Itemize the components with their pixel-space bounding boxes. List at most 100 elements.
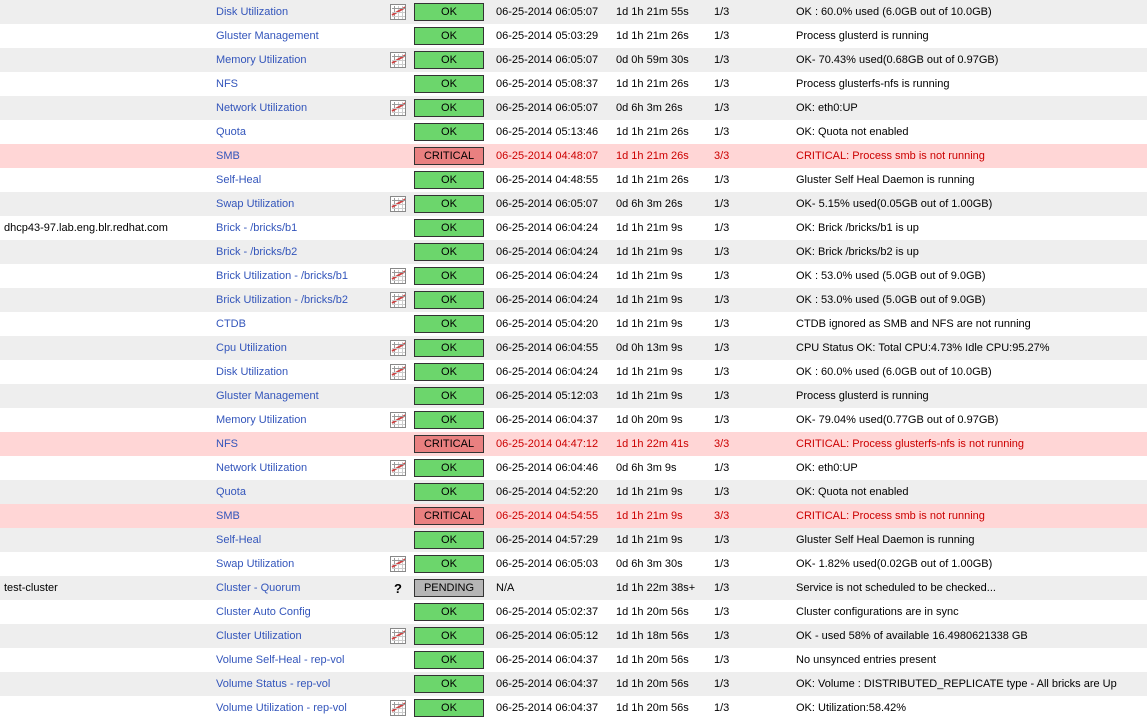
perf-chart-icon[interactable] xyxy=(390,460,406,476)
service-link[interactable]: SMB xyxy=(216,510,240,522)
status-badge: OK xyxy=(414,3,484,21)
service-link[interactable]: Self-Heal xyxy=(216,174,261,186)
service-link[interactable]: Self-Heal xyxy=(216,534,261,546)
service-link[interactable]: Cluster Auto Config xyxy=(216,606,311,618)
perf-chart-icon[interactable] xyxy=(390,292,406,308)
service-cell: Gluster Management xyxy=(212,24,376,48)
service-link[interactable]: SMB xyxy=(216,150,240,162)
perf-chart-icon[interactable] xyxy=(390,196,406,212)
host-cell xyxy=(0,288,212,312)
service-link[interactable]: Brick - /bricks/b2 xyxy=(216,246,297,258)
service-link[interactable]: NFS xyxy=(216,78,238,90)
duration-cell: 1d 1h 20m 56s xyxy=(612,696,710,720)
perf-chart-icon[interactable] xyxy=(390,100,406,116)
attempt-cell: 1/3 xyxy=(710,672,792,696)
table-row: Brick Utilization - /bricks/b2OK06-25-20… xyxy=(0,288,1147,312)
service-cell: Network Utilization xyxy=(212,456,376,480)
attempt-cell: 1/3 xyxy=(710,480,792,504)
service-cell: Cluster Auto Config xyxy=(212,600,376,624)
service-link[interactable]: Swap Utilization xyxy=(216,558,294,570)
host-cell xyxy=(0,240,212,264)
status-cell: OK xyxy=(410,384,492,408)
service-cell: Volume Utilization - rep-vol xyxy=(212,696,376,720)
service-link[interactable]: Brick - /bricks/b1 xyxy=(216,222,297,234)
service-link[interactable]: Brick Utilization - /bricks/b1 xyxy=(216,270,348,282)
perf-chart-icon[interactable] xyxy=(390,364,406,380)
host-cell xyxy=(0,672,212,696)
extra-icon-cell xyxy=(376,264,410,288)
duration-cell: 1d 1h 21m 9s xyxy=(612,312,710,336)
service-link[interactable]: Memory Utilization xyxy=(216,414,306,426)
last-check-cell: 06-25-2014 06:04:24 xyxy=(492,360,612,384)
duration-cell: 0d 0h 13m 9s xyxy=(612,336,710,360)
duration-cell: 1d 1h 20m 56s xyxy=(612,672,710,696)
service-link[interactable]: Quota xyxy=(216,486,246,498)
service-link[interactable]: Volume Utilization - rep-vol xyxy=(216,702,347,714)
perf-chart-icon[interactable] xyxy=(390,268,406,284)
extra-icon-cell xyxy=(376,696,410,720)
status-badge: OK xyxy=(414,99,484,117)
service-cell: Swap Utilization xyxy=(212,552,376,576)
service-link[interactable]: Cluster - Quorum xyxy=(216,582,300,594)
status-badge: OK xyxy=(414,459,484,477)
host-cell xyxy=(0,336,212,360)
status-cell: OK xyxy=(410,528,492,552)
last-check-cell: 06-25-2014 05:03:29 xyxy=(492,24,612,48)
table-row: Volume Utilization - rep-volOK06-25-2014… xyxy=(0,696,1147,720)
service-link[interactable]: Volume Status - rep-vol xyxy=(216,678,330,690)
service-link[interactable]: NFS xyxy=(216,438,238,450)
status-badge: OK xyxy=(414,651,484,669)
service-link[interactable]: CTDB xyxy=(216,318,246,330)
last-check-cell: 06-25-2014 05:12:03 xyxy=(492,384,612,408)
status-badge: OK xyxy=(414,195,484,213)
duration-cell: 1d 1h 20m 56s xyxy=(612,648,710,672)
host-cell xyxy=(0,600,212,624)
table-row: Cluster UtilizationOK06-25-2014 06:05:12… xyxy=(0,624,1147,648)
table-row: Network UtilizationOK06-25-2014 06:04:46… xyxy=(0,456,1147,480)
service-link[interactable]: Volume Self-Heal - rep-vol xyxy=(216,654,344,666)
status-cell: OK xyxy=(410,648,492,672)
perf-chart-icon[interactable] xyxy=(390,52,406,68)
service-link[interactable]: Disk Utilization xyxy=(216,366,288,378)
status-badge: OK xyxy=(414,243,484,261)
service-link[interactable]: Memory Utilization xyxy=(216,54,306,66)
service-link[interactable]: Network Utilization xyxy=(216,462,307,474)
status-info-cell: OK : 60.0% used (6.0GB out of 10.0GB) xyxy=(792,0,1147,24)
status-badge: OK xyxy=(414,339,484,357)
service-link[interactable]: Network Utilization xyxy=(216,102,307,114)
service-link[interactable]: Quota xyxy=(216,126,246,138)
duration-cell: 1d 1h 21m 26s xyxy=(612,24,710,48)
service-link[interactable]: Cpu Utilization xyxy=(216,342,287,354)
host-cell xyxy=(0,408,212,432)
status-cell: OK xyxy=(410,312,492,336)
table-row: SMBCRITICAL06-25-2014 04:48:071d 1h 21m … xyxy=(0,144,1147,168)
service-cell: Memory Utilization xyxy=(212,408,376,432)
last-check-cell: 06-25-2014 05:02:37 xyxy=(492,600,612,624)
status-badge: OK xyxy=(414,267,484,285)
extra-icon-cell xyxy=(376,432,410,456)
service-link[interactable]: Cluster Utilization xyxy=(216,630,302,642)
attempt-cell: 1/3 xyxy=(710,264,792,288)
service-link[interactable]: Gluster Management xyxy=(216,390,319,402)
perf-chart-icon[interactable] xyxy=(390,4,406,20)
extra-icon-cell xyxy=(376,216,410,240)
duration-cell: 0d 6h 3m 30s xyxy=(612,552,710,576)
service-link[interactable]: Brick Utilization - /bricks/b2 xyxy=(216,294,348,306)
service-link[interactable]: Disk Utilization xyxy=(216,6,288,18)
perf-chart-icon[interactable] xyxy=(390,340,406,356)
host-cell xyxy=(0,432,212,456)
perf-chart-icon[interactable] xyxy=(390,628,406,644)
attempt-cell: 1/3 xyxy=(710,288,792,312)
perf-chart-icon[interactable] xyxy=(390,412,406,428)
extra-icon-cell xyxy=(376,120,410,144)
service-link[interactable]: Swap Utilization xyxy=(216,198,294,210)
perf-chart-icon[interactable] xyxy=(390,556,406,572)
extra-icon-cell xyxy=(376,336,410,360)
perf-chart-icon[interactable] xyxy=(390,700,406,716)
status-info-cell: Cluster configurations are in sync xyxy=(792,600,1147,624)
attempt-cell: 1/3 xyxy=(710,456,792,480)
host-cell xyxy=(0,360,212,384)
service-cell: NFS xyxy=(212,72,376,96)
service-cell: Brick Utilization - /bricks/b1 xyxy=(212,264,376,288)
service-link[interactable]: Gluster Management xyxy=(216,30,319,42)
